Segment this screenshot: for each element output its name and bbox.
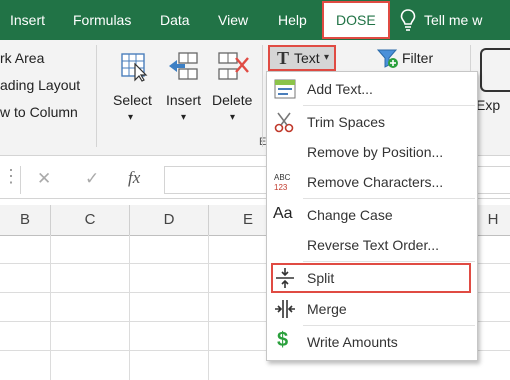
merge-icon [275,300,295,318]
reading-layout-button[interactable]: ading Layout [0,77,80,93]
text-button-label: Text [294,50,320,66]
menu-item-label: Add Text... [307,81,373,97]
menu-item-add-text[interactable]: Add Text... [267,74,477,104]
menu-item-label: Remove by Position... [307,144,444,160]
gridline [208,235,209,380]
menu-item-label: Trim Spaces [307,114,386,130]
tab-insert[interactable]: Insert [10,0,45,40]
tab-formulas[interactable]: Formulas [73,0,131,40]
export-button[interactable]: Exp [476,45,510,125]
tab-view[interactable]: View [218,0,248,40]
row-to-column-button[interactable]: w to Column [0,104,78,120]
menu-separator [303,325,475,326]
menu-item-label: Change Case [307,207,393,223]
menu-item-label: Split [307,270,335,286]
aa-icon: Aa [273,205,293,222]
gridline [50,235,51,380]
menu-item-write-amounts[interactable]: $ Write Amounts [267,327,477,357]
menu-item-trim-spaces[interactable]: Trim Spaces [267,107,477,137]
insert-button[interactable]: Insert ▾ [163,48,211,133]
add-text-icon [274,79,296,99]
dollar-icon: $ [277,329,289,351]
formula-separator [20,166,21,194]
menu-separator [303,261,475,262]
abc-123-icon: ABC 123 [274,173,291,192]
ribbon-tab-bar: Insert Formulas Data View Help DOSE Tell… [0,0,510,40]
tab-dose[interactable]: DOSE [322,1,390,39]
gridline [129,235,130,380]
column-header[interactable]: C [51,205,130,235]
chevron-down-icon: ▾ [324,52,330,63]
menu-item-label: Reverse Text Order... [307,237,440,253]
work-area-button[interactable]: rk Area [0,50,44,66]
lightbulb-icon [400,9,416,31]
delete-label: Delete [212,92,253,108]
export-icon [480,48,510,92]
menu-item-label: Merge [307,301,347,317]
tab-help[interactable]: Help [278,0,307,40]
column-header[interactable]: D [130,205,209,235]
enter-icon[interactable]: ✓ [85,169,99,189]
select-icon [121,53,148,82]
svg-text:123: 123 [274,183,288,192]
filter-label: Filter [402,50,434,66]
menu-item-change-case[interactable]: Aa Change Case [267,200,477,230]
column-header[interactable]: B [0,205,51,235]
menu-item-remove-characters[interactable]: ABC 123 Remove Characters... [267,167,477,197]
text-dropdown-button[interactable]: T Text ▾ [268,45,336,71]
menu-item-remove-by-position[interactable]: Remove by Position... [267,137,477,167]
chevron-down-icon: ▾ [230,112,236,123]
function-icon[interactable]: fx [128,168,140,188]
svg-text:ABC: ABC [274,173,291,182]
export-label: Exp [476,97,501,113]
tell-me-search[interactable]: Tell me w [424,0,482,40]
formula-bar-handle: ⋮ [2,166,20,186]
menu-item-reverse-text-order[interactable]: Reverse Text Order... [267,230,477,260]
column-header[interactable]: H [476,205,510,235]
delete-button[interactable]: Delete ▾ [210,48,260,133]
menu-item-split[interactable]: Split [267,263,477,293]
ribbon-separator [96,45,97,147]
text-dropdown-menu: Add Text... Trim Spaces Remove by Positi… [266,71,478,361]
cancel-icon[interactable]: ✕ [37,169,51,189]
select-label: Select [113,92,152,108]
menu-separator [303,105,475,106]
delete-icon [218,52,249,80]
split-highlight [271,263,471,293]
chevron-down-icon: ▾ [181,112,187,123]
chevron-down-icon: ▾ [128,112,134,123]
insert-icon [169,52,198,80]
filter-icon [376,49,398,68]
ribbon-separator [262,45,263,147]
select-button[interactable]: Select ▾ [108,48,160,133]
menu-separator [303,198,475,199]
split-icon [276,268,294,288]
scissors-icon [274,112,294,133]
filter-button[interactable]: Filter [376,45,458,71]
menu-item-label: Write Amounts [307,334,398,350]
text-t-icon: T [277,48,290,68]
tab-data[interactable]: Data [160,0,190,40]
menu-item-label: Remove Characters... [307,174,444,190]
menu-item-merge[interactable]: Merge [267,294,477,324]
insert-label: Insert [166,92,202,108]
